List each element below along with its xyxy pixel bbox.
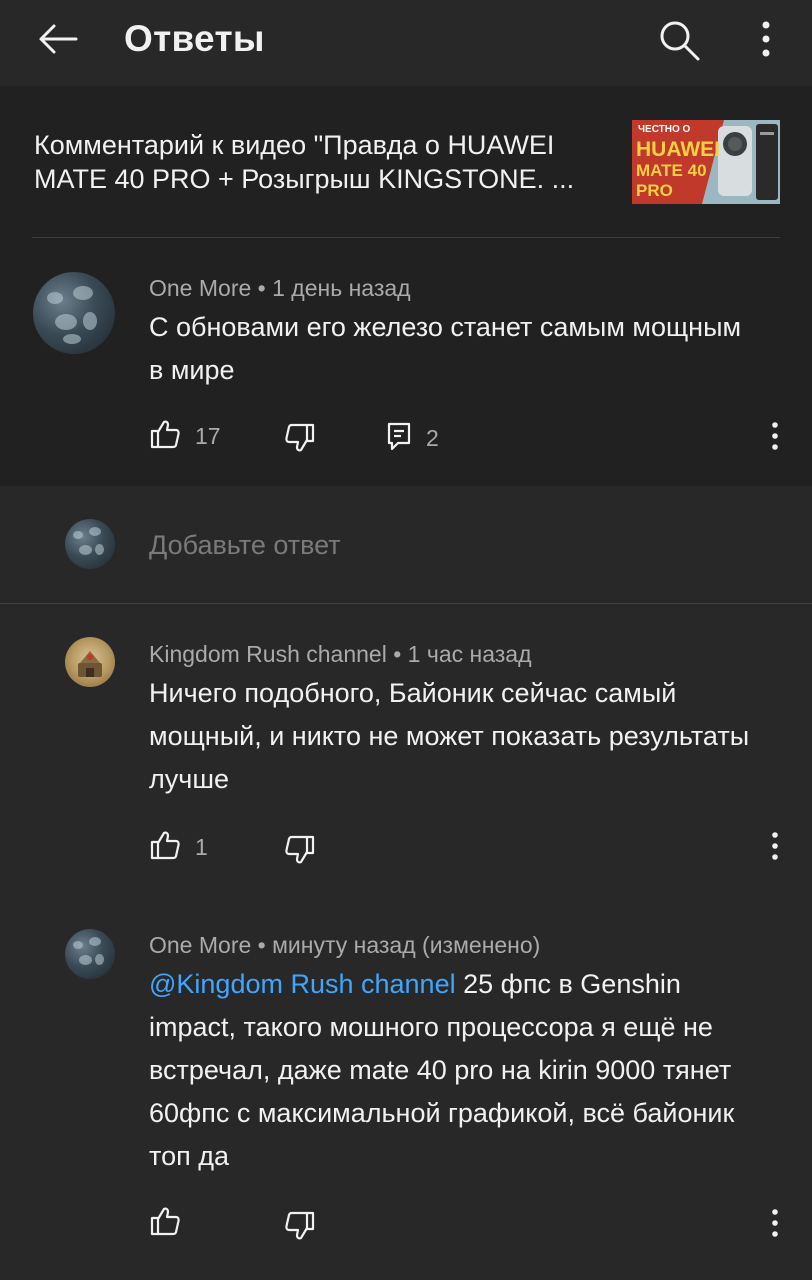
- reply-text: @Kingdom Rush channel 25 фпс в Genshin i…: [149, 963, 759, 1178]
- avatar[interactable]: [33, 272, 115, 354]
- thumb-text-4: PRO: [636, 181, 673, 200]
- reply-time: минуту назад (изменено): [272, 932, 541, 958]
- reply-body: 25 фпс в Genshin impact, такого мошного …: [149, 969, 735, 1171]
- meta-separator: •: [393, 641, 402, 667]
- replies-button[interactable]: 2: [386, 420, 439, 457]
- reply-meta: One More • минуту назад (изменено): [149, 932, 540, 959]
- comment-time: 1 день назад: [272, 275, 411, 301]
- reply-more-icon[interactable]: [765, 1203, 785, 1243]
- reply-text: Ничего подобного, Байоник сейчас самый м…: [149, 678, 750, 794]
- thumb-text-3: MATE 40: [636, 161, 707, 180]
- like-button[interactable]: [149, 1205, 195, 1242]
- thumb-up-icon: [149, 829, 181, 866]
- reply-more-icon[interactable]: [765, 826, 785, 866]
- divider: [32, 237, 780, 238]
- dislike-button[interactable]: [284, 1210, 316, 1247]
- dislike-button[interactable]: [284, 422, 316, 459]
- comment-text: С обновами его железо станет самым мощны…: [149, 312, 742, 385]
- more-vert-icon[interactable]: [746, 16, 786, 64]
- thumb-up-icon: [149, 418, 181, 455]
- reply-meta: Kingdom Rush channel • 1 час назад: [149, 641, 532, 668]
- video-thumbnail[interactable]: ЧЕСТНО О HUAWEI MATE 40 PRO: [632, 120, 780, 204]
- add-reply-row[interactable]: Добавьте ответ: [0, 486, 812, 604]
- parent-comment-section: Комментарий к видео "Правда о HUAWEI MAT…: [0, 86, 812, 486]
- like-count: 17: [195, 423, 221, 449]
- back-arrow-icon[interactable]: [36, 18, 80, 62]
- thumb-up-icon: [149, 1205, 181, 1242]
- meta-separator: •: [257, 275, 266, 301]
- reply-time: 1 час назад: [407, 641, 532, 667]
- like-button[interactable]: 17: [149, 418, 221, 455]
- page-title: Ответы: [124, 18, 265, 59]
- thumb-down-icon: [284, 834, 316, 871]
- comment-more-icon[interactable]: [765, 416, 785, 456]
- reply-count: 2: [426, 425, 439, 451]
- thumb-text-1: ЧЕСТНО О: [638, 124, 691, 135]
- dislike-button[interactable]: [284, 834, 316, 871]
- thumb-down-icon: [284, 1210, 316, 1247]
- reply-input[interactable]: Добавьте ответ: [149, 530, 341, 561]
- thumb-down-icon: [284, 422, 316, 459]
- divider: [0, 603, 812, 604]
- my-avatar: [65, 519, 115, 569]
- like-button[interactable]: 1: [149, 829, 208, 866]
- reply-author[interactable]: One More: [149, 932, 251, 958]
- avatar[interactable]: [65, 637, 115, 687]
- avatar[interactable]: [65, 929, 115, 979]
- reply-author[interactable]: Kingdom Rush channel: [149, 641, 387, 667]
- top-app-bar: Ответы: [0, 0, 812, 86]
- mention-link[interactable]: @Kingdom Rush channel: [149, 969, 456, 999]
- reply-icon: [386, 420, 412, 457]
- comment-meta: One More • 1 день назад: [149, 275, 411, 302]
- like-count: 1: [195, 834, 208, 860]
- video-reference-text[interactable]: Комментарий к видео "Правда о HUAWEI MAT…: [34, 128, 614, 196]
- search-icon[interactable]: [654, 16, 702, 64]
- thumb-text-2: HUAWEI: [636, 138, 720, 161]
- meta-separator: •: [257, 932, 266, 958]
- comment-author[interactable]: One More: [149, 275, 251, 301]
